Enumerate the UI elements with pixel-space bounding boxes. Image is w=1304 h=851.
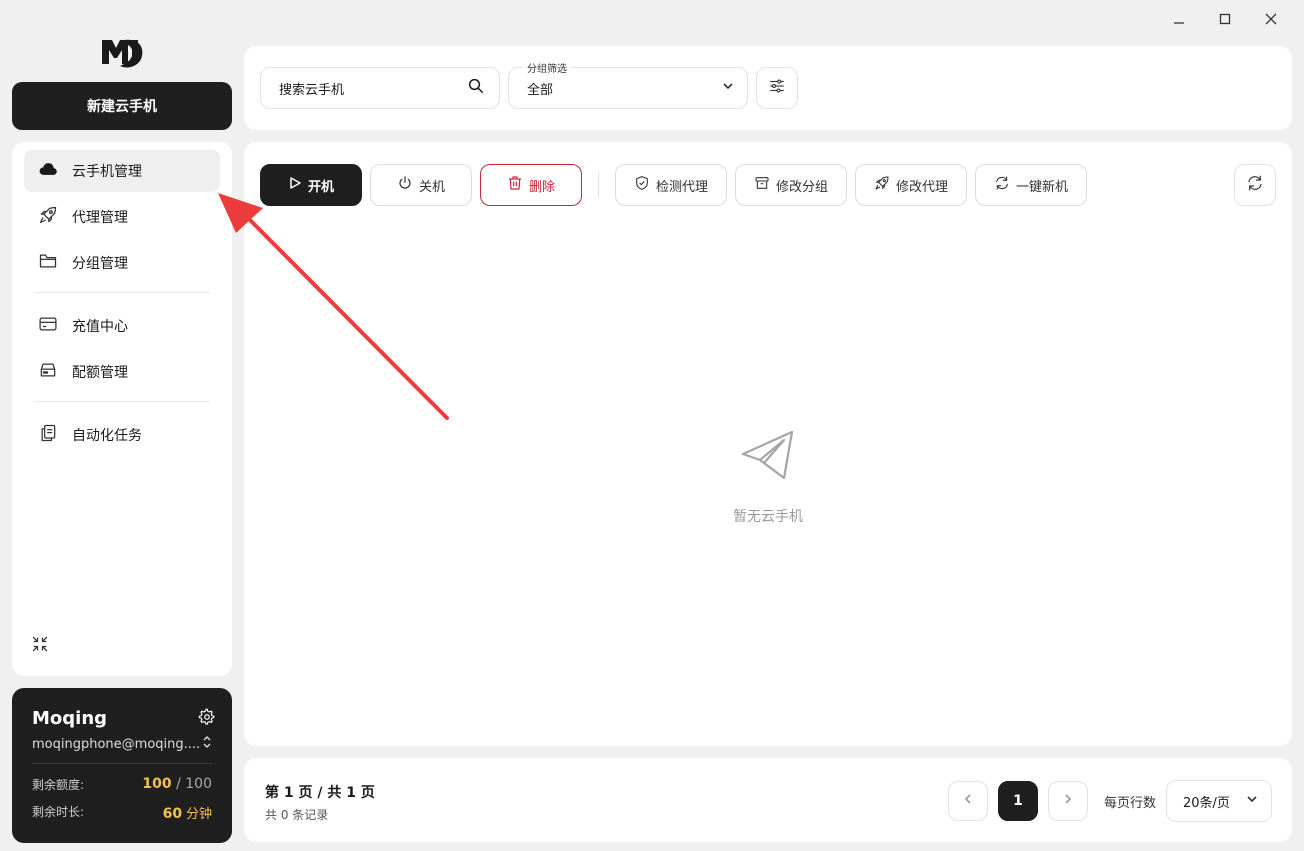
group-filter-select[interactable]: 分组筛选 全部 bbox=[508, 60, 748, 109]
edit-proxy-label: 修改代理 bbox=[895, 179, 948, 195]
shutdown-button[interactable]: 关机 bbox=[370, 164, 472, 206]
shutdown-label: 关机 bbox=[418, 179, 445, 195]
sliders-icon bbox=[768, 77, 786, 99]
account-divider bbox=[32, 763, 212, 764]
page-button-current[interactable]: 1 bbox=[997, 781, 1038, 821]
refresh-icon bbox=[1246, 174, 1264, 196]
quota-row: 剩余额度: 100 / 100 bbox=[32, 776, 212, 793]
next-page-button[interactable] bbox=[1047, 781, 1088, 821]
refresh-button[interactable] bbox=[1234, 164, 1276, 206]
quota-label: 剩余额度: bbox=[32, 778, 85, 792]
search-icon[interactable] bbox=[467, 77, 485, 99]
quota-total: 100 bbox=[185, 776, 212, 792]
time-value: 60 bbox=[162, 806, 183, 822]
sidebar-item-label: 自动化任务 bbox=[72, 428, 142, 444]
one-click-new-button[interactable]: 一键新机 bbox=[975, 164, 1087, 206]
credit-card-icon bbox=[38, 314, 58, 338]
trash-icon bbox=[507, 175, 523, 195]
one-click-new-label: 一键新机 bbox=[1015, 179, 1068, 195]
server-icon bbox=[38, 360, 58, 384]
chevron-right-icon bbox=[1062, 793, 1074, 809]
quota-used: 100 bbox=[142, 776, 172, 792]
archive-icon bbox=[754, 175, 770, 195]
clipboard-icon bbox=[38, 423, 58, 447]
collapse-icon[interactable] bbox=[30, 634, 50, 658]
time-row: 剩余时长: 60 分钟 bbox=[32, 803, 212, 822]
play-icon bbox=[288, 176, 302, 194]
chevron-down-icon bbox=[1245, 792, 1259, 810]
search-input[interactable]: 搜索云手机 bbox=[260, 67, 500, 109]
sidebar-item-label: 分组管理 bbox=[72, 256, 128, 272]
new-cloud-phone-button[interactable]: 新建云手机 bbox=[12, 82, 232, 130]
empty-state-text: 暂无云手机 bbox=[733, 509, 803, 525]
start-button[interactable]: 开机 bbox=[260, 164, 362, 206]
page-info: 第 1 页 / 共 1 页 共 0 条记录 bbox=[265, 782, 375, 823]
edit-group-button[interactable]: 修改分组 bbox=[735, 164, 847, 206]
advanced-filter-button[interactable] bbox=[756, 67, 798, 109]
sync-icon bbox=[994, 175, 1010, 195]
delete-button[interactable]: 删除 bbox=[480, 164, 582, 206]
sidebar-item-cloud-phones[interactable]: 云手机管理 bbox=[24, 150, 220, 192]
folder-icon bbox=[38, 251, 58, 275]
account-name: Moqing bbox=[32, 708, 108, 729]
shield-check-icon bbox=[634, 175, 650, 195]
prev-page-button[interactable] bbox=[947, 781, 988, 821]
start-label: 开机 bbox=[307, 179, 334, 195]
settings-gear-icon[interactable] bbox=[198, 708, 216, 730]
sidebar-divider bbox=[34, 292, 210, 293]
power-icon bbox=[397, 175, 413, 195]
delete-label: 删除 bbox=[528, 179, 555, 195]
check-proxy-button[interactable]: 检测代理 bbox=[615, 164, 727, 206]
account-switcher[interactable]: moqingphone@moqing.... bbox=[32, 735, 212, 753]
account-email: moqingphone@moqing.... bbox=[32, 736, 201, 752]
sidebar-divider bbox=[34, 401, 210, 402]
close-icon[interactable] bbox=[1248, 8, 1294, 30]
filter-bar: 搜索云手机 分组筛选 全部 bbox=[244, 46, 1292, 130]
cloud-icon bbox=[38, 159, 58, 183]
record-count: 共 0 条记录 bbox=[265, 808, 329, 822]
sidebar-item-automation[interactable]: 自动化任务 bbox=[24, 414, 220, 456]
empty-state: 暂无云手机 bbox=[244, 428, 1292, 526]
edit-group-label: 修改分组 bbox=[775, 179, 828, 195]
check-proxy-label: 检测代理 bbox=[655, 179, 708, 195]
rocket-icon bbox=[38, 205, 58, 229]
time-unit: 分钟 bbox=[185, 807, 212, 822]
sidebar-item-groups[interactable]: 分组管理 bbox=[24, 242, 220, 284]
chevron-down-icon bbox=[721, 79, 735, 97]
chevron-left-icon bbox=[962, 793, 974, 809]
action-toolbar: 开机 关机 删除 检测代理 修改分组 修改代理 一键新机 bbox=[260, 164, 1087, 206]
rows-per-page-label: 每页行数 bbox=[1103, 795, 1156, 811]
edit-proxy-button[interactable]: 修改代理 bbox=[855, 164, 967, 206]
time-value-wrap: 60 分钟 bbox=[163, 803, 212, 822]
search-placeholder: 搜索云手机 bbox=[279, 82, 345, 98]
chevron-up-down-icon bbox=[202, 735, 212, 753]
sidebar-item-quota[interactable]: 配额管理 bbox=[24, 351, 220, 393]
quota-separator: / bbox=[171, 776, 186, 792]
page-indicator: 第 1 页 / 共 1 页 bbox=[265, 785, 375, 801]
time-label: 剩余时长: bbox=[32, 805, 85, 819]
pagination-bar: 第 1 页 / 共 1 页 共 0 条记录 1 每页行数 20条/页 bbox=[244, 758, 1292, 842]
quota-value: 100 / 100 bbox=[142, 776, 212, 793]
minimize-icon[interactable] bbox=[1156, 8, 1202, 30]
paper-plane-icon bbox=[740, 430, 796, 488]
sidebar-item-label: 充值中心 bbox=[72, 319, 128, 335]
sidebar-item-label: 代理管理 bbox=[72, 210, 128, 226]
rows-per-page-value: 20条/页 bbox=[1183, 795, 1230, 811]
toolbar-divider bbox=[598, 173, 599, 197]
maximize-icon[interactable] bbox=[1202, 8, 1248, 30]
pager: 1 每页行数 20条/页 bbox=[947, 780, 1272, 822]
group-filter-label: 分组筛选 bbox=[523, 60, 571, 75]
sidebar-item-label: 云手机管理 bbox=[72, 164, 142, 180]
rocket-icon bbox=[874, 175, 890, 195]
account-card: Moqing moqingphone@moqing.... 剩余额度: 100 … bbox=[12, 688, 232, 843]
group-filter-value: 全部 bbox=[527, 82, 554, 98]
window-controls bbox=[1156, 8, 1294, 30]
app-logo bbox=[98, 34, 146, 74]
rows-per-page-select[interactable]: 20条/页 bbox=[1166, 780, 1272, 822]
phone-list-panel: 开机 关机 删除 检测代理 修改分组 修改代理 一键新机 暂无云手机 bbox=[244, 142, 1292, 746]
sidebar-item-proxy[interactable]: 代理管理 bbox=[24, 196, 220, 238]
sidebar: 云手机管理 代理管理 分组管理 充值中心 配额管理 自动化任务 bbox=[12, 142, 232, 676]
sidebar-item-label: 配额管理 bbox=[72, 365, 128, 381]
sidebar-item-recharge[interactable]: 充值中心 bbox=[24, 305, 220, 347]
